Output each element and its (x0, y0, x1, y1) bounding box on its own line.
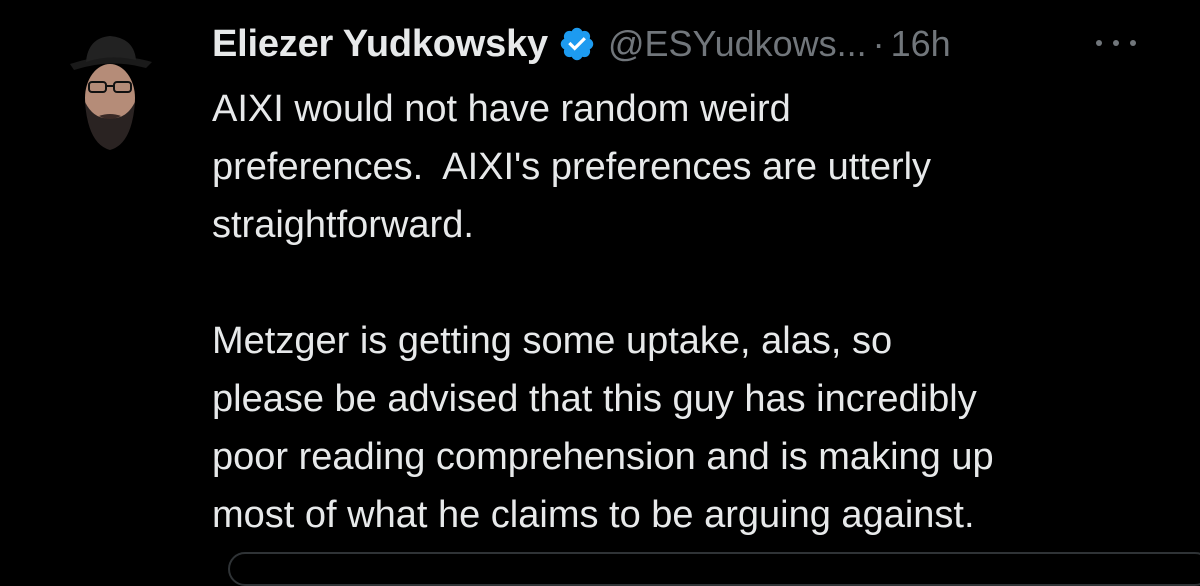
tweet-header: Eliezer Yudkowsky @ESYudkows... · 16h (212, 22, 951, 66)
separator-dot: · (872, 23, 885, 64)
tweet-line: Metzger is getting some uptake, alas, so (212, 320, 893, 362)
tweet[interactable]: Eliezer Yudkowsky @ESYudkows... · 16h AI… (0, 0, 1200, 586)
author-handle[interactable]: @ESYudkows... (608, 23, 867, 65)
tweet-paragraph: AIXI would not have random weird prefere… (212, 80, 1172, 254)
tweet-line: straightforward. (212, 204, 474, 246)
author-name[interactable]: Eliezer Yudkowsky (212, 23, 548, 66)
tweet-paragraph: Metzger is getting some uptake, alas, so… (212, 312, 1172, 544)
tweet-text: AIXI would not have random weird prefere… (212, 80, 1172, 544)
verified-badge-icon[interactable] (558, 25, 596, 63)
more-horizontal-icon[interactable] (1096, 28, 1136, 58)
tweet-line: poor reading comprehension and is making… (212, 436, 994, 478)
timestamp[interactable]: 16h (891, 23, 951, 65)
tweet-line: AIXI would not have random weird (212, 88, 791, 130)
tweet-line: preferences. AIXI's preferences are utte… (212, 146, 932, 188)
embedded-card[interactable] (228, 552, 1200, 586)
tweet-line: please be advised that this guy has incr… (212, 378, 977, 420)
tweet-line: most of what he claims to be arguing aga… (212, 494, 975, 536)
avatar[interactable] (66, 20, 154, 152)
avatar-image (70, 36, 152, 150)
